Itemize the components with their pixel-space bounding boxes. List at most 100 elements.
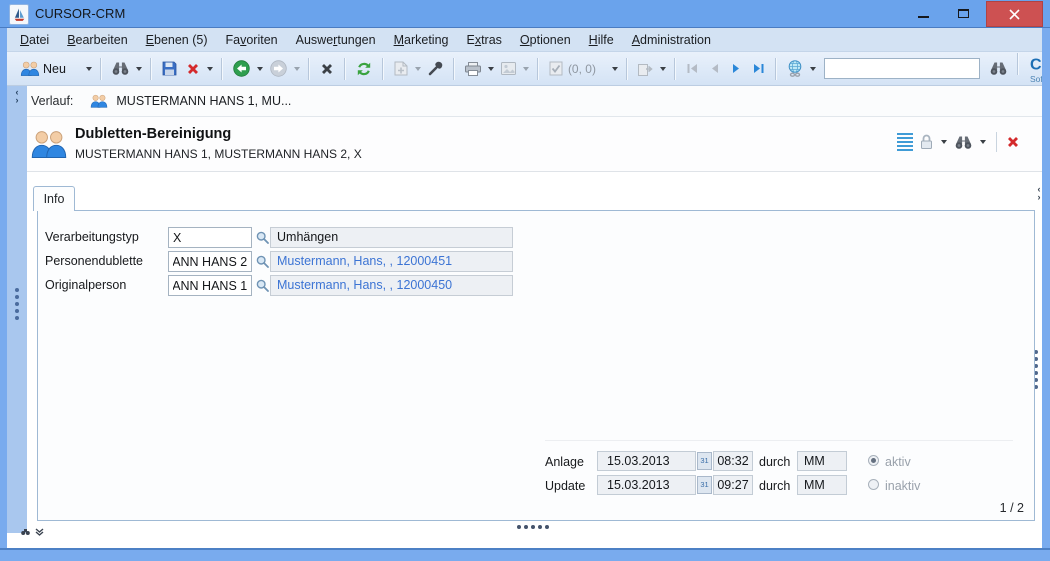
lookup-magnifier-icon[interactable]	[256, 279, 269, 297]
export-button[interactable]	[635, 60, 656, 78]
delete-dropdown-caret[interactable]	[207, 67, 213, 71]
maximize-button[interactable]	[946, 0, 980, 27]
forward-button[interactable]	[267, 58, 290, 79]
update-date-field: 15.03.2013	[597, 475, 696, 495]
header-actions	[897, 132, 1020, 152]
lookup-magnifier-icon[interactable]	[256, 231, 269, 249]
anlage-date-field: 15.03.2013	[597, 451, 696, 471]
minimize-button[interactable]	[905, 0, 941, 27]
close-button[interactable]	[986, 1, 1043, 27]
validate-button[interactable]: (0, 0)	[546, 59, 601, 78]
validate-dropdown-caret[interactable]	[612, 67, 618, 71]
print-button[interactable]	[462, 60, 484, 78]
nav-first-button[interactable]	[683, 60, 702, 77]
update-label: Update	[545, 476, 585, 496]
last-record-icon	[752, 62, 765, 75]
header-search-dropdown-caret[interactable]	[980, 140, 986, 144]
originalperson-input[interactable]	[168, 275, 252, 296]
copy-new-dropdown-caret[interactable]	[415, 67, 421, 71]
close-record-icon[interactable]	[1006, 135, 1020, 149]
lookup-magnifier-icon[interactable]	[256, 255, 269, 273]
anlage-durch-label: durch	[759, 452, 790, 472]
black-x-icon	[320, 62, 334, 76]
anlage-user-field: MM	[797, 451, 847, 471]
personendublette-link[interactable]: Mustermann, Hans, , 12000451	[270, 251, 513, 272]
global-search-button[interactable]	[784, 58, 806, 79]
image-button[interactable]	[498, 60, 519, 77]
lock-dropdown-caret[interactable]	[941, 140, 947, 144]
record-header: Dubletten-Bereinigung MUSTERMANN HANS 1,…	[27, 117, 1042, 172]
update-durch-label: durch	[759, 476, 790, 496]
toolbar-separator	[1017, 53, 1019, 75]
nav-next-button[interactable]	[727, 60, 746, 77]
tab-info[interactable]: Info	[33, 186, 75, 211]
personendublette-input[interactable]	[168, 251, 252, 272]
red-x-icon	[186, 62, 200, 76]
menu-bar: Datei Bearbeiten Ebenen (5) Favoriten Au…	[7, 28, 1042, 52]
verarbeitungstyp-input[interactable]	[168, 227, 252, 248]
lock-icon[interactable]	[920, 134, 933, 150]
tools-button[interactable]	[425, 59, 446, 78]
new-button[interactable]: Neu	[17, 59, 69, 78]
back-button[interactable]	[230, 58, 253, 79]
nav-prev-button[interactable]	[705, 60, 724, 77]
history-entry[interactable]: MUSTERMANN HANS 1, MU...	[90, 94, 291, 108]
print-dropdown-caret[interactable]	[488, 67, 494, 71]
refresh-button[interactable]	[353, 59, 375, 79]
person-pair-icon	[90, 94, 108, 108]
collapse-left-control[interactable]: ‹›	[7, 88, 27, 104]
document-check-icon	[549, 61, 563, 76]
menu-item-favoriten[interactable]: Favoriten	[217, 33, 287, 47]
search-button[interactable]	[109, 60, 132, 77]
cancel-button[interactable]	[317, 60, 337, 78]
nav-last-button[interactable]	[749, 60, 768, 77]
toolbar-separator	[626, 58, 628, 80]
quick-search-input[interactable]	[824, 58, 980, 79]
prev-record-icon	[708, 62, 721, 75]
export-dropdown-caret[interactable]	[660, 67, 666, 71]
menu-item-ebenen[interactable]: Ebenen (5)	[137, 33, 217, 47]
radio-inaktiv[interactable]	[868, 479, 879, 490]
forward-dropdown-caret[interactable]	[294, 67, 300, 71]
field-label-verarbeitungstyp: Verarbeitungstyp	[45, 227, 139, 248]
copy-new-button[interactable]	[391, 59, 411, 78]
binoculars-icon[interactable]	[955, 136, 972, 149]
history-bar: Verlauf: MUSTERMANN HANS 1, MU...	[27, 86, 1042, 117]
collapse-down-mini-icon[interactable]	[35, 523, 44, 541]
search-dropdown-caret[interactable]	[136, 67, 142, 71]
minimize-icon	[918, 16, 929, 18]
menu-item-datei[interactable]: Datei	[11, 33, 58, 47]
radio-aktiv-label: aktiv	[885, 452, 911, 472]
bottom-splitter-handle[interactable]	[517, 525, 549, 529]
global-search-dropdown-caret[interactable]	[810, 67, 816, 71]
back-dropdown-caret[interactable]	[257, 67, 263, 71]
new-dropdown-caret[interactable]	[86, 67, 92, 71]
originalperson-link[interactable]: Mustermann, Hans, , 12000450	[270, 275, 513, 296]
menu-item-hilfe[interactable]: Hilfe	[580, 33, 623, 47]
menu-item-optionen[interactable]: Optionen	[511, 33, 580, 47]
radio-aktiv[interactable]	[868, 455, 879, 466]
image-dropdown-caret[interactable]	[523, 67, 529, 71]
menu-item-marketing[interactable]: Marketing	[385, 33, 458, 47]
window-frame-bottom	[0, 548, 1050, 561]
quick-search-go-button[interactable]	[987, 60, 1010, 77]
page-title: Dubletten-Bereinigung	[75, 126, 231, 142]
menu-item-administration[interactable]: Administration	[623, 33, 720, 47]
left-dock-strip: ‹›	[7, 86, 27, 533]
dock-mini-icon[interactable]	[21, 523, 30, 541]
toolbar-separator	[674, 58, 676, 80]
delete-button[interactable]	[183, 60, 203, 78]
menu-item-auswertungen[interactable]: Auswertungen	[287, 33, 385, 47]
list-menu-icon[interactable]	[897, 133, 913, 151]
menu-item-bearbeiten[interactable]: Bearbeiten	[58, 33, 136, 47]
audit-separator	[545, 440, 1013, 441]
menu-item-extras[interactable]: Extras	[457, 33, 510, 47]
left-splitter-handle[interactable]	[15, 288, 19, 320]
export-icon	[638, 62, 653, 76]
header-separator	[996, 132, 997, 152]
calendar-icon[interactable]: 31	[697, 452, 712, 470]
toolbar-separator	[100, 58, 102, 80]
save-button[interactable]	[159, 59, 180, 78]
toolbar-separator	[382, 58, 384, 80]
calendar-icon[interactable]: 31	[697, 476, 712, 494]
